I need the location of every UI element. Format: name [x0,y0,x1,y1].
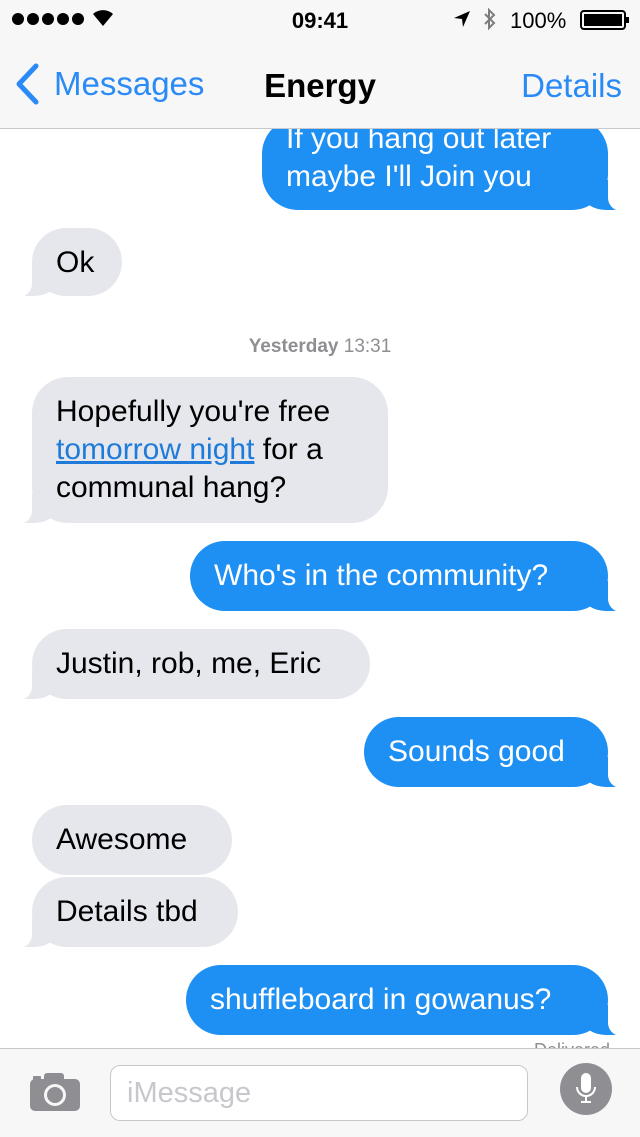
battery-icon [580,10,629,30]
message-text-line: for a [254,433,323,466]
message-bubble-incoming[interactable]: Details tbd [6,877,238,949]
message-thread[interactable]: If you hang out later maybe I'll Join yo… [0,0,640,1048]
timestamp-label: Yesterday 13:31 [0,336,640,358]
date-link[interactable]: tomorrow night [56,433,254,466]
details-button[interactable]: Details [521,67,622,105]
message-bubble-outgoing[interactable]: shuffleboard in gowanus? [186,965,634,1037]
message-bubble-incoming[interactable]: Justin, rob, me, Eric [6,629,370,701]
message-input-bar [0,1048,640,1137]
microphone-button[interactable] [560,1063,612,1115]
navigation-bar: Messages Energy Details [0,40,640,129]
message-bubble-outgoing[interactable]: If you hang out later maybe I'll Join yo… [262,118,634,212]
delivered-status: Delivered [534,1040,610,1048]
message-bubble-incoming[interactable]: Awesome [32,805,232,875]
status-bar: 09:41 100% [0,0,640,40]
timestamp-time: 13:31 [343,336,392,357]
message-bubble-incoming[interactable]: Hopefully you're free tomorrow night for… [6,377,388,525]
imessage-input[interactable] [110,1065,528,1121]
camera-icon[interactable] [28,1071,82,1113]
message-text: Justin, rob, me, Eric [56,647,322,680]
message-text: Awesome [56,823,188,856]
timestamp-day: Yesterday [248,336,339,357]
microphone-icon [576,1073,596,1103]
message-text: Who's in the community? [214,559,549,592]
bluetooth-icon [484,7,496,31]
message-text: If you hang out later maybe I'll Join yo… [286,122,552,193]
message-bubble-outgoing[interactable]: Who's in the community? [190,541,634,613]
message-text: Ok [56,246,95,279]
chevron-left-icon [16,63,39,105]
message-text: shuffleboard in gowanus? [210,983,552,1016]
back-button[interactable]: Messages [14,62,204,106]
message-bubble-incoming[interactable]: Ok [6,228,122,298]
message-text: Details tbd [56,895,198,928]
back-button-label: Messages [54,65,205,102]
message-text: Sounds good [388,735,565,768]
message-bubble-outgoing[interactable]: Sounds good [364,717,634,789]
message-text: Hopefully you're free tomorrow night for… [56,393,364,507]
location-arrow-icon [454,11,470,27]
message-text-line: Hopefully you're free [56,395,331,428]
message-text-line: communal hang? [56,471,287,504]
battery-percentage: 100% [510,8,567,33]
